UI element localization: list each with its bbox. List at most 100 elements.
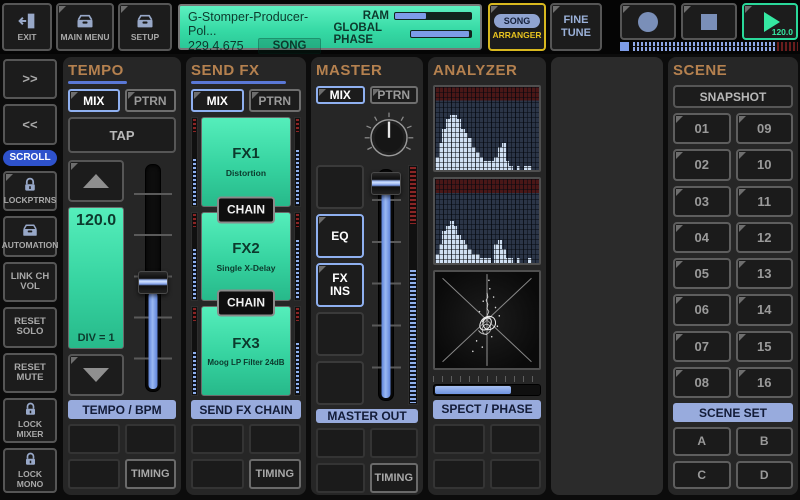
scene-button-06[interactable]: 06 — [673, 294, 731, 325]
song-arranger-toggle[interactable]: SONG ARRANGER — [488, 3, 546, 51]
scene-button-11[interactable]: 11 — [736, 186, 794, 217]
scene-button-02[interactable]: 02 — [673, 149, 731, 180]
tempo-up-button[interactable] — [68, 160, 124, 202]
master-pad[interactable] — [316, 428, 365, 458]
master-slot-button[interactable] — [316, 165, 364, 209]
scene-button-12[interactable]: 12 — [736, 222, 794, 253]
scroll-right-button[interactable]: >> — [3, 59, 57, 99]
master-slot-button[interactable] — [316, 361, 364, 405]
scene-button-08[interactable]: 08 — [673, 367, 731, 398]
chain-button-2[interactable]: CHAIN — [217, 289, 275, 316]
master-pad[interactable] — [316, 463, 365, 493]
master-section: MASTER MIX PTRN — [311, 57, 423, 495]
analyzer-pad[interactable] — [433, 459, 485, 489]
scene-grid: 01090210031104120513061407150816 — [673, 113, 793, 398]
master-fx-insert-button[interactable]: FX INS — [316, 263, 364, 307]
send-fx-pad[interactable] — [191, 424, 244, 454]
fx3-button[interactable]: FX3 Moog LP Filter 24dB — [201, 306, 291, 396]
setup-button[interactable]: SETUP — [118, 3, 172, 51]
tempo-pad[interactable] — [68, 459, 120, 489]
master-mix-tab[interactable]: MIX — [316, 86, 365, 104]
master-footer-label: MASTER OUT — [316, 409, 418, 423]
send-fx-mix-tab[interactable]: MIX — [191, 89, 244, 112]
scene-button-10[interactable]: 10 — [736, 149, 794, 180]
master-slot-button[interactable] — [316, 312, 364, 356]
scene-button-05[interactable]: 05 — [673, 258, 731, 289]
phase-slider[interactable] — [433, 384, 541, 396]
send-fx-pad[interactable] — [249, 424, 302, 454]
send-fx-ptrn-tab[interactable]: PTRN — [249, 89, 302, 112]
fine-tune-label: FINE TUNE — [561, 14, 591, 40]
master-volume-knob[interactable] — [362, 109, 416, 163]
lock-patterns-button[interactable]: LOCKPTRNS — [3, 171, 57, 211]
play-button[interactable]: 120.0 — [742, 3, 798, 40]
fx1-button[interactable]: FX1 Distortion — [201, 117, 291, 207]
master-eq-button[interactable]: EQ — [316, 214, 364, 258]
scene-button-09[interactable]: 09 — [736, 113, 794, 144]
stop-icon — [701, 14, 717, 30]
tempo-timing-button[interactable]: TIMING — [125, 459, 177, 489]
master-ptrn-tab[interactable]: PTRN — [370, 86, 419, 104]
tap-tempo-button[interactable]: TAP — [68, 117, 176, 153]
tempo-fader-handle[interactable] — [138, 271, 168, 294]
scene-button-07[interactable]: 07 — [673, 331, 731, 362]
ram-meter — [394, 12, 472, 20]
master-timing-button[interactable]: TIMING — [370, 463, 419, 493]
analyzer-pad[interactable] — [433, 424, 485, 454]
ram-label: RAM — [363, 10, 389, 22]
main-menu-button[interactable]: MAIN MENU — [56, 3, 114, 51]
analyzer-pad[interactable] — [490, 424, 542, 454]
reset-mute-button[interactable]: RESET MUTE — [3, 353, 57, 393]
tempo-pad[interactable] — [68, 424, 120, 454]
global-phase-label: GLOBAL PHASE — [333, 22, 405, 46]
phase-scope — [433, 270, 541, 370]
tempo-ptrn-tab[interactable]: PTRN — [125, 89, 177, 112]
tempo-mix-tab[interactable]: MIX — [68, 89, 120, 112]
master-fader-handle[interactable] — [371, 172, 401, 195]
scene-bank-c[interactable]: C — [673, 461, 731, 490]
analyzer-pad[interactable] — [490, 459, 542, 489]
reset-solo-button[interactable]: RESET SOLO — [3, 307, 57, 347]
fine-tune-button[interactable]: FINE TUNE — [550, 3, 602, 51]
stop-button[interactable] — [681, 3, 737, 40]
fx1-meter-right — [294, 117, 301, 207]
send-fx-timing-button[interactable]: TIMING — [249, 459, 302, 489]
version-number: 229.4.675 — [188, 39, 244, 53]
scene-button-14[interactable]: 14 — [736, 294, 794, 325]
main-menu-label: MAIN MENU — [60, 32, 109, 42]
scene-bank-d[interactable]: D — [736, 461, 794, 490]
scene-button-13[interactable]: 13 — [736, 258, 794, 289]
tempo-pad[interactable] — [125, 424, 177, 454]
exit-button[interactable]: EXIT — [2, 3, 52, 51]
global-phase-meter — [410, 30, 472, 38]
setup-label: SETUP — [131, 32, 159, 42]
master-pad[interactable] — [370, 428, 419, 458]
top-toolbar: EXIT MAIN MENU SETUP G-Stomper-Producer-… — [0, 0, 800, 54]
play-bpm-readout: 120.0 — [772, 27, 793, 37]
send-fx-pad[interactable] — [191, 459, 244, 489]
lock-mono-button[interactable]: LOCK MONO — [3, 448, 57, 493]
snapshot-button[interactable]: SNAPSHOT — [673, 85, 793, 108]
mode-chip[interactable]: SONG — [258, 38, 322, 54]
scene-button-03[interactable]: 03 — [673, 186, 731, 217]
scene-button-15[interactable]: 15 — [736, 331, 794, 362]
phase-slider-ticks — [433, 376, 541, 382]
lock-mixer-button[interactable]: LOCK MIXER — [3, 398, 57, 443]
scene-button-01[interactable]: 01 — [673, 113, 731, 144]
lock-icon — [23, 402, 38, 417]
record-button[interactable] — [620, 3, 676, 40]
goniometer-graphic — [435, 272, 539, 368]
scene-button-04[interactable]: 04 — [673, 222, 731, 253]
scene-bank-b[interactable]: B — [736, 427, 794, 456]
link-ch-vol-button[interactable]: LINK CH VOL — [3, 262, 57, 302]
master-fader[interactable] — [368, 165, 405, 405]
chain-button-1[interactable]: CHAIN — [217, 196, 275, 223]
tempo-down-button[interactable] — [68, 354, 124, 396]
song-position-strip — [620, 42, 798, 51]
scene-button-16[interactable]: 16 — [736, 367, 794, 398]
tempo-fader[interactable] — [130, 160, 176, 396]
fx2-button[interactable]: FX2 Single X-Delay — [201, 212, 291, 302]
scroll-left-button[interactable]: << — [3, 104, 57, 144]
automation-button[interactable]: AUTOMATION — [3, 216, 57, 256]
scene-bank-a[interactable]: A — [673, 427, 731, 456]
